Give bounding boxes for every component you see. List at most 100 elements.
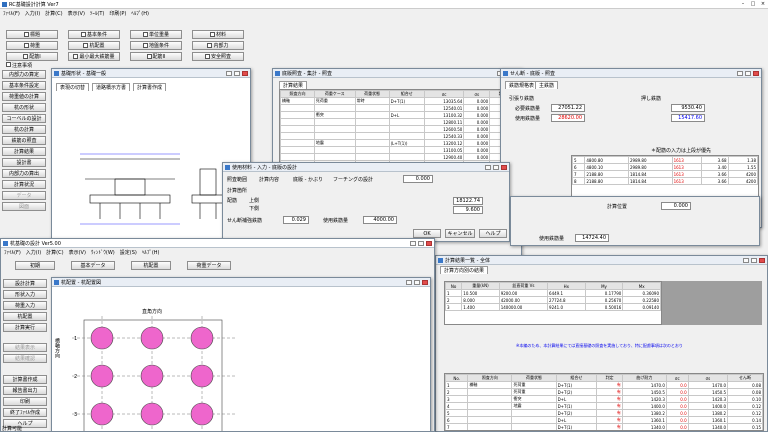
table-tab[interactable]: 計算結果 (279, 81, 308, 89)
btn-pile-layout[interactable]: 杭配置 (68, 41, 120, 50)
menu-help[interactable]: ﾍﾙﾌﾟ(H) (131, 10, 149, 17)
checkbox-icon (6, 62, 11, 67)
close-icon[interactable] (759, 257, 765, 263)
table-cell (354, 125, 390, 133)
side-btn-12[interactable]: 図面 (2, 202, 46, 211)
side-btn-1[interactable]: 基本条件設定 (2, 81, 46, 90)
min-icon[interactable] (410, 240, 416, 246)
result-tab[interactable]: 計算方向別の結果 (440, 266, 489, 274)
side-btn-2[interactable]: 荷重値の計算 (2, 92, 46, 101)
menu-calc[interactable]: 計算(C) (46, 249, 63, 256)
side-btn-0[interactable]: 内部力の算定 (2, 70, 46, 79)
btn-load[interactable]: 荷重 (6, 41, 58, 50)
menu-print[interactable]: 印刷(P) (109, 10, 126, 17)
side-btn-11[interactable]: データ (2, 191, 46, 200)
pile-side-4[interactable]: 計算実行 (3, 323, 47, 332)
menu-view[interactable]: 表示(V) (68, 10, 85, 17)
pile-side-1[interactable]: 形状入力 (3, 290, 47, 299)
menu-calc[interactable]: 計算(C) (45, 10, 62, 17)
toolbar-pile[interactable]: 杭配置 (131, 261, 171, 270)
pile-side-9[interactable]: 印刷 (3, 397, 47, 406)
menu-file[interactable]: ﾌｧｲﾙ(F) (3, 10, 20, 17)
cancel-button[interactable]: キャンセル (445, 229, 475, 238)
min-icon[interactable] (743, 257, 749, 263)
caution-check[interactable]: 注意事項 (6, 62, 32, 69)
close-button[interactable]: × (758, 1, 768, 7)
menu-input[interactable]: 入力(I) (25, 10, 40, 17)
pile-side-6[interactable]: 結果確認 (3, 354, 47, 363)
max-icon[interactable] (414, 279, 420, 285)
compress-label: 押し鉄筋 (641, 96, 662, 102)
rebar-tab-1[interactable]: 鉄筋規格表 (505, 81, 539, 89)
pile-side-5[interactable]: 結果表示 (3, 343, 47, 352)
help-button[interactable]: ヘルプ (479, 229, 507, 238)
toolbar-basic[interactable]: 基本データ (71, 261, 115, 270)
side-btn-3[interactable]: 杭の形状 (2, 103, 46, 112)
menu-help[interactable]: ﾍﾙﾌﾟ(H) (142, 249, 160, 256)
btn-ground[interactable]: 地盤条件 (130, 41, 182, 50)
table-cell: 衝突 (313, 111, 356, 119)
side-btn-7[interactable]: 計算結果 (2, 147, 46, 156)
pile-side-3[interactable]: 杭配置 (3, 312, 47, 321)
close-icon[interactable] (426, 240, 432, 246)
drawing-tab-1[interactable]: 表現の切替 (56, 83, 90, 91)
dlg-val-5[interactable]: 4000.00 (363, 216, 397, 224)
pile-side-0[interactable]: 設計計算 (3, 279, 47, 288)
max-icon[interactable] (418, 240, 424, 246)
dlg-val-2[interactable]: 18122.74 (453, 197, 483, 205)
table-cell: 0.12 (727, 402, 763, 410)
btn-rebar2[interactable]: 配筋II (130, 52, 182, 61)
btn-basic[interactable]: 基本条件 (68, 30, 120, 39)
pile-side-7[interactable]: 計算書作成 (3, 375, 47, 384)
minimize-button[interactable]: – (738, 1, 748, 7)
dlg-val-4[interactable]: 0.029 (283, 216, 309, 224)
drawing-tab-3[interactable]: 計算書作成 (133, 83, 167, 91)
menu-file[interactable]: ﾌｧｲﾙ(F) (4, 249, 21, 256)
btn-safety[interactable]: 安全照査 (192, 52, 244, 61)
side-btn-6[interactable]: 鉄筋の照査 (2, 136, 46, 145)
drawing-tab-2[interactable]: 道路橋示方書 (92, 83, 131, 91)
toolbar-init[interactable]: 初期 (15, 261, 55, 270)
menu-window[interactable]: ｳｨﾝﾄﾞｳ(W) (91, 249, 115, 256)
side-btn-8[interactable]: 設計書 (2, 158, 46, 167)
pile-circle (90, 364, 114, 388)
pile-side-8[interactable]: 報告書出力 (3, 386, 47, 395)
max-icon[interactable] (751, 257, 757, 263)
max-icon[interactable] (745, 70, 751, 76)
close-icon[interactable] (753, 70, 759, 76)
table-cell: 1450.5 (621, 388, 667, 396)
side-btn-9[interactable]: 内部力の算出 (2, 169, 46, 178)
min-icon[interactable] (226, 70, 232, 76)
maximize-button[interactable]: □ (748, 1, 758, 7)
dlg-val-1[interactable]: 0.000 (403, 175, 433, 183)
menu-view[interactable]: 表示(V) (69, 249, 86, 256)
btn-title[interactable]: 標題 (6, 30, 58, 39)
btn-material[interactable]: 材料 (192, 30, 244, 39)
menu-tool[interactable]: ﾂｰﾙ(T) (90, 10, 104, 17)
toolbar-load[interactable]: 荷重データ (187, 261, 231, 270)
btn-unit-weight[interactable]: 単位重量 (130, 30, 182, 39)
table-cell: 3 (445, 303, 463, 311)
ok-button[interactable]: OK (413, 229, 441, 238)
menu-input[interactable]: 入力(I) (26, 249, 41, 256)
side-btn-10[interactable]: 計算状況 (2, 180, 46, 189)
min-icon[interactable] (485, 164, 491, 170)
pile-side-10[interactable]: 終了ﾌｧｲﾙ作成 (3, 408, 47, 417)
max-icon[interactable] (234, 70, 240, 76)
rebar-tab-2[interactable]: 主鉄筋 (535, 81, 559, 89)
pile-side-2[interactable]: 荷重入力 (3, 301, 47, 310)
side-btn-4[interactable]: コーベルの設計 (2, 114, 46, 123)
dlg-val-3[interactable]: 9.600 (453, 206, 483, 214)
min-icon[interactable] (406, 279, 412, 285)
btn-internal[interactable]: 内部力 (192, 41, 244, 50)
close-icon[interactable] (422, 279, 428, 285)
close-icon[interactable] (242, 70, 248, 76)
min-icon[interactable] (737, 70, 743, 76)
menu-setting[interactable]: 設定(S) (120, 249, 137, 256)
pos-value[interactable]: 0.000 (661, 202, 691, 210)
btn-rebar1[interactable]: 配筋I (6, 52, 58, 61)
side-btn-5[interactable]: 杭の計算 (2, 125, 46, 134)
close-icon[interactable] (501, 164, 507, 170)
btn-minmax[interactable]: 最小最大鉄筋量 (68, 52, 120, 61)
max-icon[interactable] (493, 164, 499, 170)
